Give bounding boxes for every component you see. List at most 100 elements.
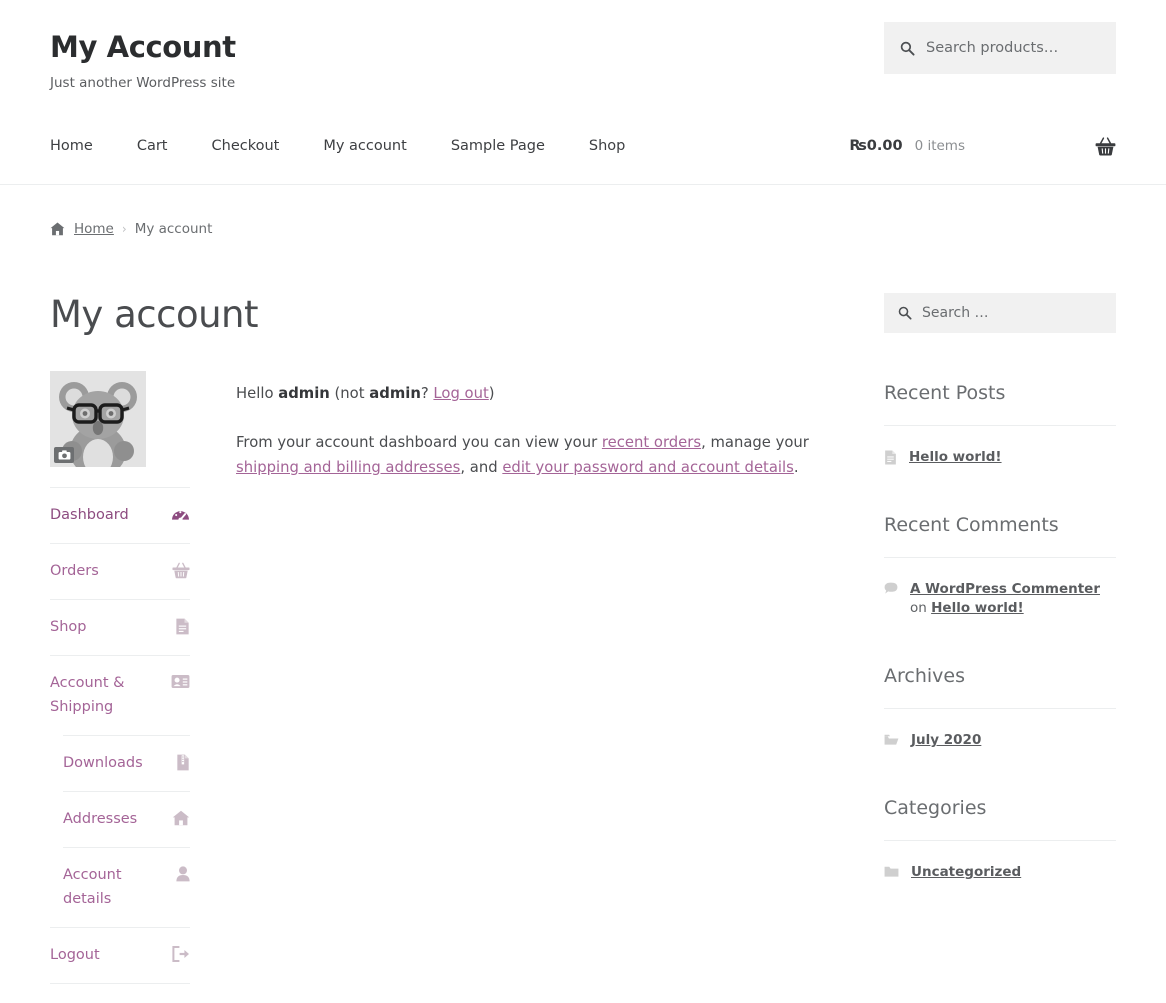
account-nav-label-account-details[interactable]: Account details [63, 863, 155, 911]
widget-categories: Categories Uncategorized [884, 796, 1116, 882]
dashboard-text-part3: , and [460, 459, 503, 476]
recent-comments-list: A WordPress Commenter on Hello world! [884, 557, 1116, 618]
cart-item-count: 0 items [914, 138, 965, 154]
greeting-mid: (not [329, 385, 370, 402]
cart-summary[interactable]: ₨0.00 0 items [849, 136, 1116, 156]
list-item-text: Uncategorized [911, 863, 1021, 882]
nav-item-home[interactable]: Home [50, 136, 93, 156]
account-nav-item-addresses[interactable]: Addresses [63, 791, 190, 847]
account-nav-item-account-shipping[interactable]: Account & Shipping Downloads Addresses A… [50, 656, 190, 928]
folder-open-icon [884, 733, 899, 746]
greeting-username-alt: admin [369, 385, 421, 402]
account-nav-item-shop[interactable]: Shop [50, 600, 190, 656]
account-nav-item-dashboard[interactable]: Dashboard [50, 487, 190, 544]
koala-avatar[interactable] [50, 371, 146, 467]
category-link[interactable]: Uncategorized [911, 864, 1021, 880]
account-nav-label-shop[interactable]: Shop [50, 615, 86, 639]
file-zip-icon [176, 754, 190, 771]
search-input[interactable] [926, 40, 1096, 56]
camera-icon[interactable] [54, 447, 74, 463]
breadcrumb-current: My account [134, 221, 213, 237]
home-icon [172, 810, 190, 826]
shopping-basket-icon [172, 562, 190, 579]
list-item[interactable]: Hello world! [884, 426, 1116, 467]
account-nav-label-orders[interactable]: Orders [50, 559, 99, 583]
breadcrumb-separator: › [121, 222, 127, 236]
account-nav-item-downloads[interactable]: Downloads [63, 735, 190, 791]
sign-out-icon [172, 946, 190, 962]
site-header: My Account Just another WordPress site H… [0, 0, 1166, 185]
addresses-link[interactable]: shipping and billing addresses [236, 459, 460, 476]
shopping-basket-icon[interactable] [1095, 136, 1116, 156]
list-item-text: A WordPress Commenter on Hello world! [910, 580, 1116, 618]
document-icon [884, 450, 897, 465]
page-title: My account [50, 293, 259, 336]
greeting-prefix: Hello [236, 385, 279, 402]
user-icon [176, 866, 190, 882]
list-item[interactable]: Uncategorized [884, 841, 1116, 882]
nav-item-checkout[interactable]: Checkout [212, 136, 280, 156]
id-card-icon [171, 674, 190, 689]
account-nav-label-addresses[interactable]: Addresses [63, 807, 137, 831]
dashboard-text-part1: From your account dashboard you can view… [236, 434, 602, 451]
account-nav-label-dashboard[interactable]: Dashboard [50, 503, 129, 527]
main-column: My account Dashboard Orders Shop Account… [50, 293, 850, 1000]
greeting-question: ? [420, 385, 434, 402]
nav-item-my-account[interactable]: My account [323, 136, 406, 156]
cart-total: ₨0.00 [849, 138, 903, 154]
list-item-text: Hello world! [909, 448, 1002, 467]
widget-title: Recent Comments [884, 514, 1059, 536]
content-area: My account Dashboard Orders Shop Account… [0, 247, 1166, 1000]
widget-title: Categories [884, 797, 987, 819]
main-nav: Home Cart Checkout My account Sample Pag… [50, 136, 625, 156]
dashboard-gauge-icon [171, 506, 190, 522]
sidebar-search-form[interactable] [884, 293, 1116, 333]
greeting-suffix: ) [488, 385, 495, 402]
widget-recent-comments: Recent Comments A WordPress Commenter on… [884, 513, 1116, 618]
list-item[interactable]: July 2020 [884, 709, 1116, 750]
folder-icon [884, 865, 899, 878]
categories-list: Uncategorized [884, 840, 1116, 882]
search-icon [900, 41, 915, 56]
nav-item-shop[interactable]: Shop [589, 136, 625, 156]
archive-link[interactable]: July 2020 [911, 732, 981, 748]
product-search-form[interactable] [884, 22, 1116, 74]
list-item[interactable]: A WordPress Commenter on Hello world! [884, 558, 1116, 618]
comment-post-link[interactable]: Hello world! [931, 600, 1024, 616]
recent-posts-list: Hello world! [884, 425, 1116, 467]
primary-navigation-bar: Home Cart Checkout My account Sample Pag… [0, 120, 1166, 172]
account-nav-label-downloads[interactable]: Downloads [63, 751, 143, 775]
commenter-link[interactable]: A WordPress Commenter [910, 581, 1100, 597]
sidebar-search-input[interactable] [922, 305, 1102, 321]
sidebar: Recent Posts Hello world! [884, 293, 1116, 928]
widget-title: Recent Posts [884, 382, 1006, 404]
account-nav-item-logout[interactable]: Logout [50, 928, 190, 984]
page-root: My Account Just another WordPress site H… [0, 0, 1166, 1000]
recent-post-link[interactable]: Hello world! [909, 449, 1002, 465]
account-nav-column: Dashboard Orders Shop Account & Shipping… [50, 371, 190, 1000]
archives-list: July 2020 [884, 708, 1116, 750]
dashboard-description: From your account dashboard you can view… [236, 430, 850, 480]
logout-link[interactable]: Log out [433, 385, 488, 402]
greeting-username: admin [278, 385, 330, 402]
account-content: Hello admin (not admin? Log out) From yo… [190, 371, 850, 480]
comment-connector: on [910, 600, 932, 616]
recent-orders-link[interactable]: recent orders [602, 434, 701, 451]
breadcrumb-home-link[interactable]: Home [74, 221, 114, 237]
list-item-text: July 2020 [911, 731, 981, 750]
dashboard-text-part4: . [793, 459, 799, 476]
widget-archives: Archives July 2020 [884, 664, 1116, 750]
edit-account-link[interactable]: edit your password and account details [502, 459, 794, 476]
account-nav-label-logout[interactable]: Logout [50, 943, 100, 967]
comment-icon [884, 582, 898, 595]
home-icon[interactable] [50, 222, 65, 236]
dashboard-text-part2: , manage your [701, 434, 809, 451]
account-nav-item-orders[interactable]: Orders [50, 544, 190, 600]
account-nav-item-account-details[interactable]: Account details [63, 847, 190, 927]
account-navigation: Dashboard Orders Shop Account & Shipping… [50, 487, 190, 984]
widget-recent-posts: Recent Posts Hello world! [884, 381, 1116, 467]
account-nav-label-account-shipping[interactable]: Account & Shipping [50, 671, 142, 719]
nav-item-sample-page[interactable]: Sample Page [451, 136, 545, 156]
account-nav-sublist: Downloads Addresses Account details [50, 735, 190, 927]
nav-item-cart[interactable]: Cart [137, 136, 168, 156]
